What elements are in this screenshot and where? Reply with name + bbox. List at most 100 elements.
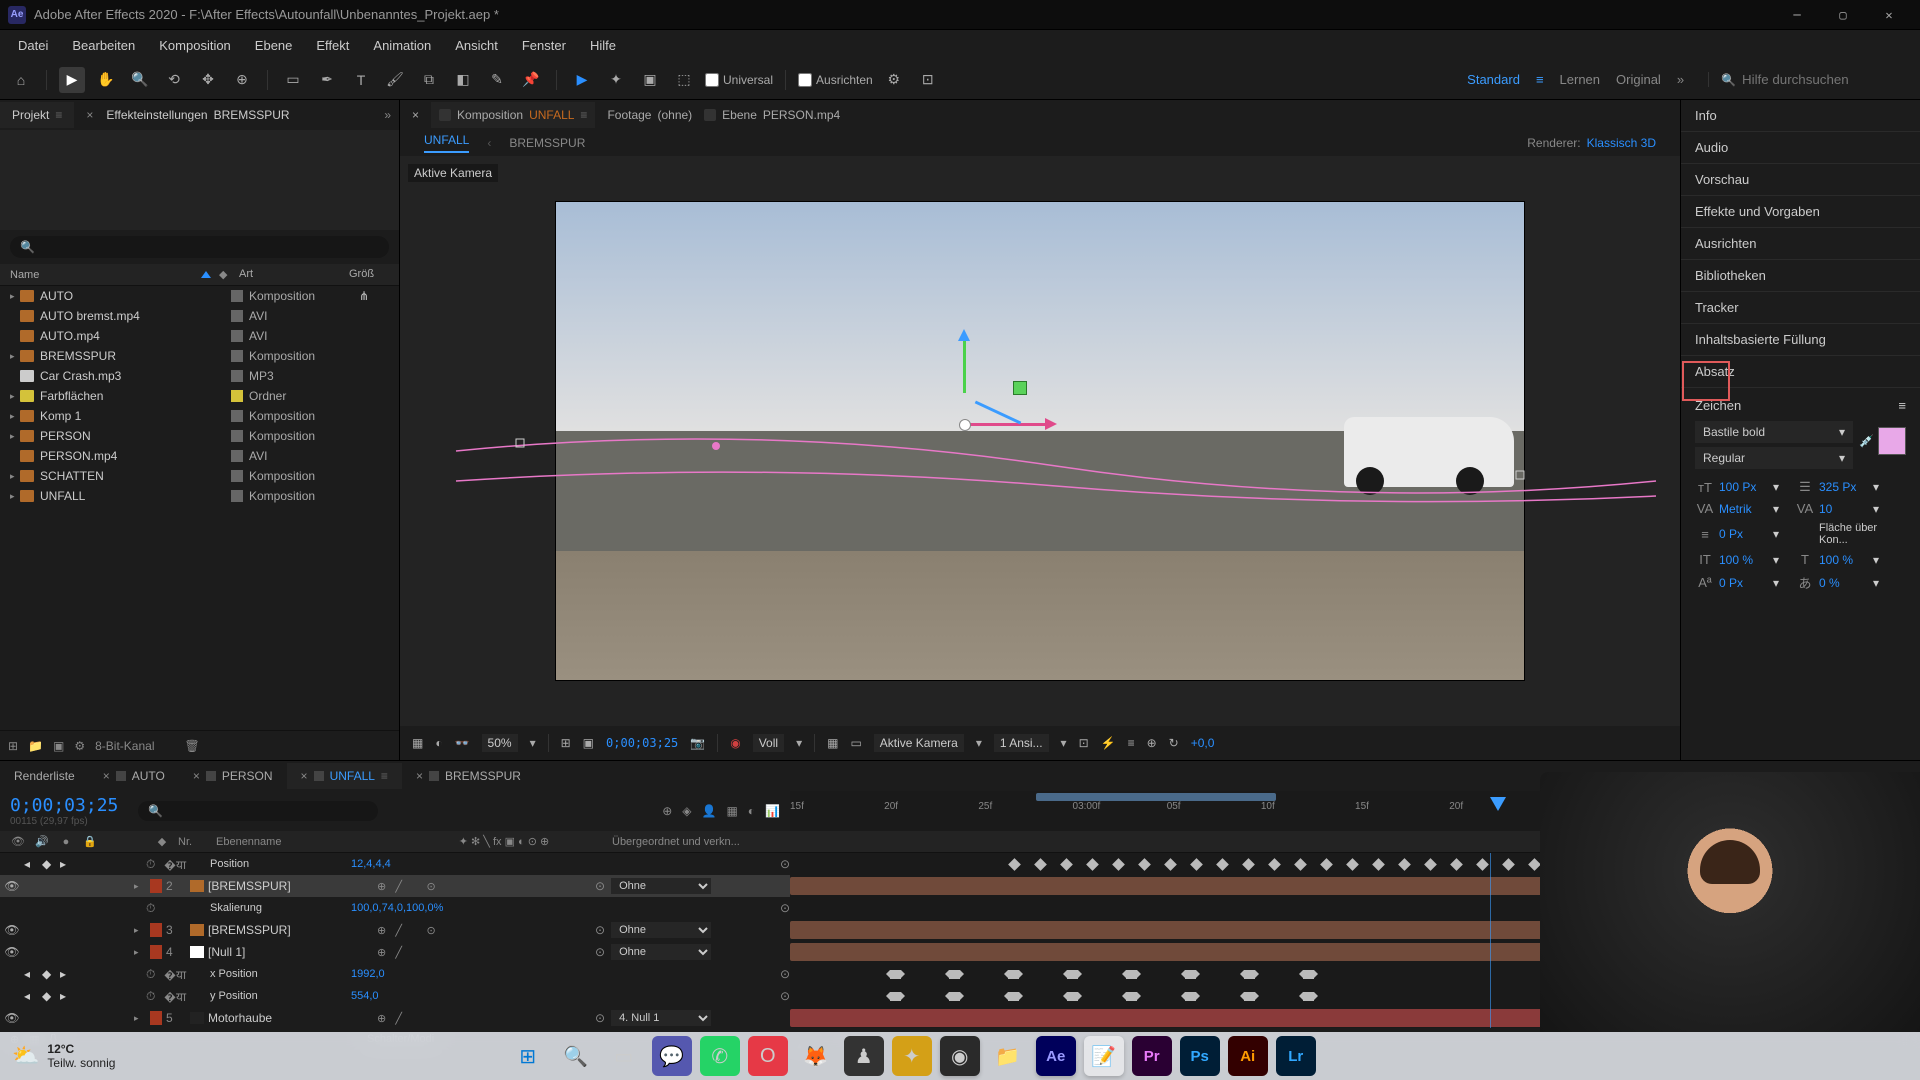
views-dropdown[interactable]: 1 Ansi... xyxy=(994,734,1049,752)
composition-canvas[interactable] xyxy=(555,201,1525,681)
help-search-input[interactable] xyxy=(1742,72,1912,87)
timeline-tab-auto[interactable]: ×AUTO xyxy=(89,763,179,789)
taskbar-app[interactable]: ♟ xyxy=(844,1036,884,1076)
tl-icon-4[interactable]: ▦ xyxy=(726,804,737,818)
universal-checkbox[interactable]: Universal xyxy=(705,73,773,87)
menu-hilfe[interactable]: Hilfe xyxy=(580,34,626,57)
viewer-prev[interactable]: × xyxy=(412,108,419,122)
workspace-menu-icon[interactable]: ≡ xyxy=(1536,72,1544,87)
character-panel-menu[interactable]: ≡ xyxy=(1898,398,1906,413)
zoom-dropdown[interactable]: 50% xyxy=(482,734,518,752)
view-axis-tool[interactable]: ▣ xyxy=(637,67,663,93)
menu-komposition[interactable]: Komposition xyxy=(149,34,241,57)
taskbar-search[interactable]: 🔍 xyxy=(556,1036,596,1076)
rect-tool[interactable]: ▭ xyxy=(280,67,306,93)
timeline-tab-renderliste[interactable]: Renderliste xyxy=(0,763,89,789)
project-search[interactable]: 🔍 xyxy=(10,236,389,258)
viewer-tab-footage[interactable]: Footage (ohne) xyxy=(607,108,692,122)
taskbar-ai[interactable]: Ai xyxy=(1228,1036,1268,1076)
timeline-tab-person[interactable]: ×PERSON xyxy=(179,763,287,789)
workspace-lernen[interactable]: Lernen xyxy=(1560,72,1600,87)
timeline-timecode[interactable]: 0;00;03;25 xyxy=(10,795,118,816)
pen-tool[interactable]: ✒ xyxy=(314,67,340,93)
project-item[interactable]: ▸PERSONKomposition xyxy=(0,426,399,446)
reset-exposure-icon[interactable]: ↻ xyxy=(1169,736,1179,750)
project-item[interactable]: ▸FarbflächenOrdner xyxy=(0,386,399,406)
comp-flowchart-icon[interactable]: ⊕ xyxy=(1147,736,1157,750)
lock-column-icon[interactable]: 🔒 xyxy=(82,835,98,848)
eraser-tool[interactable]: ◧ xyxy=(450,67,476,93)
menu-ebene[interactable]: Ebene xyxy=(245,34,303,57)
zoom-tool[interactable]: 🔍 xyxy=(127,67,153,93)
panel-effekte-und-vorgaben[interactable]: Effekte und Vorgaben xyxy=(1681,196,1920,228)
stroke-mode-dropdown[interactable]: Fläche über Kon... xyxy=(1819,522,1891,546)
axis-tool-4[interactable]: ⬚ xyxy=(671,67,697,93)
effect-controls-tab[interactable]: ×Effekteinstellungen BREMSSPUR xyxy=(74,102,301,128)
snapshot-icon[interactable]: 📷 xyxy=(690,736,705,750)
col-label-icon[interactable]: ◆ xyxy=(219,268,239,281)
graph-editor-icon[interactable]: 📊 xyxy=(765,804,780,818)
alpha-toggle[interactable]: ▦ xyxy=(412,736,423,750)
hscale-value[interactable]: 100 % xyxy=(1819,553,1869,567)
renderer-value[interactable]: Klassisch 3D xyxy=(1587,136,1656,150)
taskbar-ae[interactable]: Ae xyxy=(1036,1036,1076,1076)
exposure-value[interactable]: +0,0 xyxy=(1191,736,1215,750)
col-name[interactable]: Name xyxy=(10,269,39,281)
bpc-toggle[interactable]: 8-Bit-Kanal xyxy=(95,739,154,753)
menu-animation[interactable]: Animation xyxy=(363,34,441,57)
hand-tool[interactable]: ✋ xyxy=(93,67,119,93)
audio-column-icon[interactable]: 🔊 xyxy=(34,835,50,848)
new-comp-icon[interactable]: ▣ xyxy=(53,739,64,753)
workspace-overflow[interactable]: » xyxy=(1677,72,1684,87)
tl-icon-2[interactable]: ◈ xyxy=(682,804,691,818)
res-icon[interactable]: ⊞ xyxy=(561,736,571,750)
project-list[interactable]: ▸AUTOKomposition⋔AUTO bremst.mp4AVIAUTO.… xyxy=(0,286,399,730)
taskbar-pr[interactable]: Pr xyxy=(1132,1036,1172,1076)
timeline-tab-bremsspur[interactable]: ×BREMSSPUR xyxy=(402,763,535,789)
eyedropper-icon[interactable]: 💉 xyxy=(1859,434,1874,448)
world-axis-tool[interactable]: ✦ xyxy=(603,67,629,93)
timeline-icon[interactable]: ≡ xyxy=(1128,736,1135,750)
menu-effekt[interactable]: Effekt xyxy=(306,34,359,57)
project-tab[interactable]: Projekt≡ xyxy=(0,102,74,128)
resolution-dropdown[interactable]: Voll xyxy=(753,734,784,752)
home-tool[interactable]: ⌂ xyxy=(8,67,34,93)
shy-icon[interactable]: 👤 xyxy=(702,804,717,818)
menu-bearbeiten[interactable]: Bearbeiten xyxy=(62,34,145,57)
taskbar-obs[interactable]: ◉ xyxy=(940,1036,980,1076)
viewer-tab-comp[interactable]: Komposition UNFALL ≡ xyxy=(431,102,595,128)
taskbar-start[interactable]: ⊞ xyxy=(508,1036,548,1076)
rotate-tool[interactable]: ✥ xyxy=(195,67,221,93)
panel-audio[interactable]: Audio xyxy=(1681,132,1920,164)
project-item[interactable]: ▸SCHATTENKomposition xyxy=(0,466,399,486)
fill-swatch[interactable] xyxy=(1878,427,1906,455)
panel-info[interactable]: Info xyxy=(1681,100,1920,132)
fast-preview-icon[interactable]: ⚡ xyxy=(1101,736,1116,750)
project-item[interactable]: PERSON.mp4AVI xyxy=(0,446,399,466)
snap-options2[interactable]: ⊡ xyxy=(915,67,941,93)
new-folder-icon[interactable]: 📁 xyxy=(28,739,43,753)
panel-tracker[interactable]: Tracker xyxy=(1681,292,1920,324)
adjust-icon[interactable]: ⚙ xyxy=(74,739,85,753)
project-item[interactable]: AUTO bremst.mp4AVI xyxy=(0,306,399,326)
panel-bibliotheken[interactable]: Bibliotheken xyxy=(1681,260,1920,292)
col-parent[interactable]: Übergeordnet und verkn... xyxy=(612,836,780,848)
solo-column-icon[interactable]: ● xyxy=(58,836,74,848)
close-button[interactable]: ✕ xyxy=(1866,0,1912,30)
eye-column-icon[interactable]: 👁 xyxy=(10,835,26,848)
ausrichten-checkbox[interactable]: Ausrichten xyxy=(798,73,873,87)
col-art[interactable]: Art xyxy=(239,268,349,281)
work-area[interactable] xyxy=(1036,793,1276,801)
taskbar-whatsapp[interactable]: ✆ xyxy=(700,1036,740,1076)
orbit-tool[interactable]: ⟲ xyxy=(161,67,187,93)
selection-tool[interactable]: ▶ xyxy=(59,67,85,93)
menu-ansicht[interactable]: Ansicht xyxy=(445,34,508,57)
font-style-dropdown[interactable]: Regular▾ xyxy=(1695,447,1853,469)
font-size-value[interactable]: 100 Px xyxy=(1719,480,1769,494)
type-tool[interactable]: T xyxy=(348,67,374,93)
channel-icon[interactable]: ◉ xyxy=(730,736,740,750)
leading-value[interactable]: 325 Px xyxy=(1819,480,1869,494)
project-item[interactable]: Car Crash.mp3MP3 xyxy=(0,366,399,386)
tracking-value[interactable]: 10 xyxy=(1819,502,1869,516)
menu-fenster[interactable]: Fenster xyxy=(512,34,576,57)
